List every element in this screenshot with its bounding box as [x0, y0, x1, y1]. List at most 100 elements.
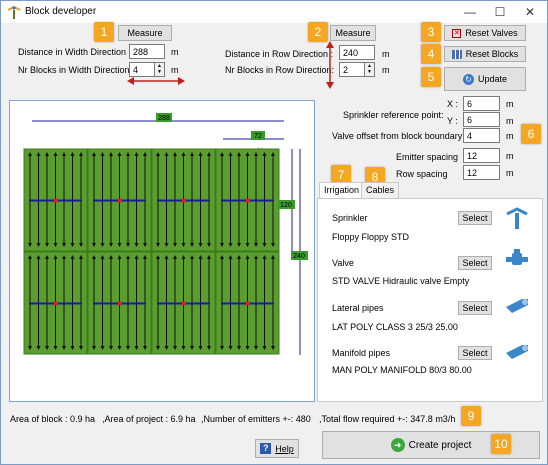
status-project-area: ,Area of project : 6.9 ha	[102, 414, 196, 424]
valve-marker	[54, 198, 58, 203]
maximize-button[interactable]: ☐	[485, 1, 515, 23]
reset-blocks-button[interactable]: Reset Blocks	[444, 46, 526, 62]
close-button[interactable]: ✕	[515, 1, 545, 23]
block-developer-window: Block developer — ☐ ✕ 1 Measure Distance…	[0, 0, 548, 465]
badge-6: 6	[521, 124, 541, 144]
select-manifold-button[interactable]: Select	[458, 346, 492, 360]
update-label: Update	[477, 74, 508, 84]
badge-9: 9	[461, 406, 481, 426]
emitter-spacing-unit: m	[506, 151, 514, 161]
select-sprinkler-button[interactable]: Select	[458, 211, 492, 225]
badge-1: 1	[94, 22, 114, 42]
block-layout-canvas[interactable]: 288 72 Y X 120 240	[9, 100, 315, 402]
badge-5: 5	[421, 67, 441, 87]
sprinkler-value: Floppy Floppy STD	[332, 232, 410, 242]
tab-irrigation[interactable]: Irrigation	[319, 182, 365, 199]
height-total-label: 240	[293, 253, 305, 260]
select-valve-button[interactable]: Select	[458, 256, 492, 270]
sprinkler-label: Sprinkler	[332, 213, 368, 223]
width-distance-unit: m	[171, 47, 179, 57]
width-blocks-unit: m	[171, 65, 179, 75]
reset-blocks-label: Reset Blocks	[465, 49, 519, 59]
sprinkler-y-input[interactable]: 6	[463, 112, 500, 127]
row-spacing-unit: m	[506, 168, 514, 178]
manifold-pipes-label: Manifold pipes	[332, 348, 391, 358]
irrigation-panel: Sprinkler Select Floppy Floppy STD Valve…	[317, 198, 543, 402]
badge-10: 10	[491, 434, 511, 454]
width-distance-input[interactable]: 288	[129, 44, 165, 59]
row-spacing-input[interactable]: 12	[463, 165, 500, 180]
reset-valves-icon: ✕	[452, 28, 462, 38]
valve-marker	[246, 198, 250, 203]
valve-marker	[182, 198, 186, 203]
status-flow: ,Total flow required +-: 347.8 m3/h	[319, 414, 456, 424]
sprinkler-icon	[506, 207, 528, 229]
measure-width-button[interactable]: Measure	[118, 25, 172, 41]
window-title: Block developer	[25, 6, 97, 17]
refresh-icon: ↻	[462, 73, 474, 85]
manifold-pipe-icon	[506, 345, 528, 359]
select-lateral-button[interactable]: Select	[458, 301, 492, 315]
y-unit: m	[506, 116, 514, 126]
valve-label: Valve	[332, 258, 354, 268]
row-blocks-input[interactable]: 2	[339, 62, 365, 77]
row-direction-arrow-icon	[326, 41, 334, 89]
status-block-area: Area of block : 0.9 ha	[10, 414, 96, 424]
width-blocks-label: Nr Blocks in Width Direction:	[18, 65, 133, 75]
sprinkler-app-icon	[7, 5, 21, 19]
valve-marker	[54, 301, 58, 306]
valve-offset-label: Valve offset from block boundary	[332, 131, 463, 141]
tab-cables[interactable]: Cables	[361, 182, 400, 198]
minimize-button[interactable]: —	[455, 1, 485, 23]
measure-row-button[interactable]: Measure	[330, 25, 376, 41]
badge-3: 3	[421, 22, 441, 42]
valve-offset-unit: m	[506, 131, 514, 141]
sprinkler-ref-label: Sprinkler reference point:	[343, 110, 444, 120]
row-blocks-spinner[interactable]: ▲ ▼	[364, 62, 375, 77]
valve-value: STD VALVE Hidraulic valve Empty	[332, 276, 470, 286]
sprinkler-x-input[interactable]: 6	[463, 96, 500, 111]
width-blocks-spinner[interactable]: ▲ ▼	[154, 62, 165, 77]
row-blocks-unit: m	[382, 65, 390, 75]
manifold-pipes-value: MAN POLY MANIFOLD 80/3 80.00	[332, 365, 472, 375]
width-distance-label: Distance in Width Direction :	[18, 47, 132, 57]
update-button[interactable]: ↻ Update	[444, 67, 526, 91]
valve-icon	[506, 249, 528, 265]
grid-icon	[451, 49, 462, 59]
reset-valves-label: Reset Valves	[465, 28, 518, 38]
row-spacing-label: Row spacing	[396, 169, 448, 179]
width-direction-arrow-icon	[127, 77, 185, 85]
lateral-pipes-value: LAT POLY CLASS 3 25/3 25.00	[332, 322, 458, 332]
row-distance-label: Distance in Row Direction :	[225, 49, 334, 59]
status-emitters: ,Number of emitters +-: 480	[201, 414, 311, 424]
help-icon: ?	[260, 443, 272, 454]
width-total-label: 288	[158, 115, 170, 122]
help-button[interactable]: ? Help	[255, 439, 299, 458]
lateral-pipes-label: Lateral pipes	[332, 303, 384, 313]
arrow-right-icon: ➜	[390, 438, 405, 452]
valve-offset-input[interactable]: 4	[463, 128, 500, 143]
valve-marker	[246, 301, 250, 306]
width-blocks-input[interactable]: 4	[129, 62, 155, 77]
valve-marker	[118, 301, 122, 306]
row-distance-input[interactable]: 240	[339, 45, 375, 60]
valve-marker	[182, 301, 186, 306]
block-width-label: 72	[254, 133, 262, 140]
emitter-spacing-input[interactable]: 12	[463, 148, 500, 163]
y-label: Y :	[447, 116, 458, 126]
help-label: Help	[275, 443, 294, 454]
row-distance-unit: m	[382, 49, 390, 59]
field-blocks	[23, 148, 280, 355]
row-blocks-label: Nr Blocks in Row Direction:	[225, 65, 335, 75]
badge-4: 4	[421, 44, 441, 64]
lateral-pipe-icon	[506, 299, 528, 313]
valve-marker	[118, 198, 122, 203]
x-unit: m	[506, 99, 514, 109]
title-bar: Block developer — ☐ ✕	[1, 1, 547, 23]
block-height-label: 120	[280, 202, 292, 209]
reset-valves-button[interactable]: ✕ Reset Valves	[444, 25, 526, 41]
create-project-label: Create project	[408, 439, 472, 451]
block-layout-diagram: 288 72 Y X 120 240	[23, 113, 308, 355]
x-label: X :	[447, 99, 459, 109]
badge-2: 2	[308, 22, 328, 42]
